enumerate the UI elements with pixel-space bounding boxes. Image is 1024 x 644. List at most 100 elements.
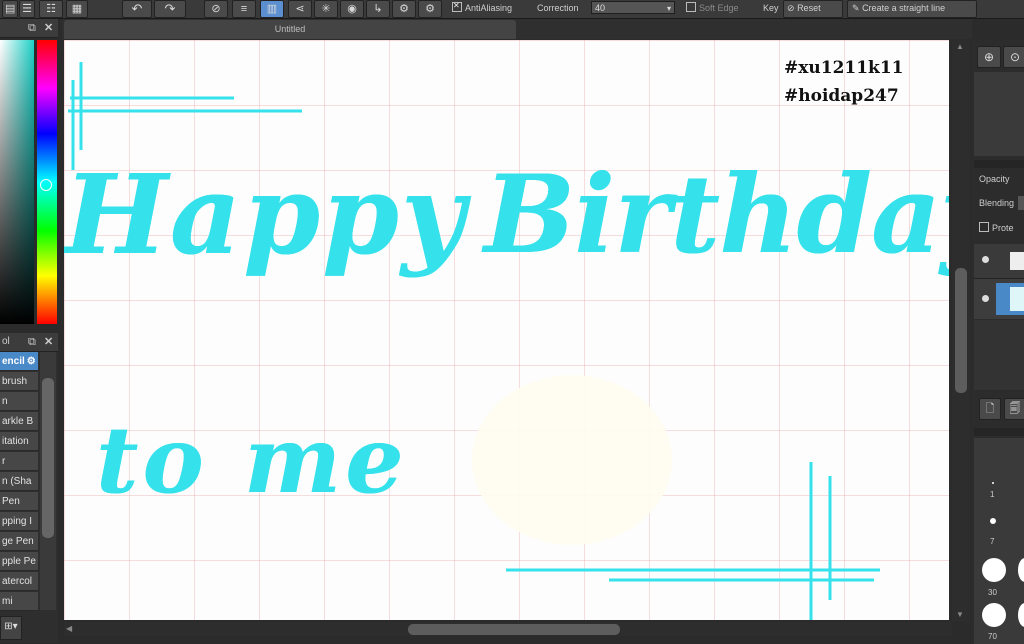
brush-item-pen-2[interactable]: Pen xyxy=(0,492,38,511)
brush-item-imitation[interactable]: itation xyxy=(0,432,38,451)
lettering-birthday: Birthday xyxy=(484,152,949,278)
navigator-icon: ⊙ xyxy=(1009,50,1021,64)
antialiasing-toggle[interactable]: AntiAliasing xyxy=(452,0,513,14)
brush-item-r[interactable]: r xyxy=(0,452,38,471)
grid-snap-icon: ▥ xyxy=(266,3,278,15)
menu-button-3[interactable]: ☷ xyxy=(39,0,63,18)
perspective-icon: ⋖ xyxy=(295,3,305,15)
navigator-button[interactable]: ⊙ xyxy=(1003,46,1024,68)
snap-settings-button-2[interactable]: ⚙ xyxy=(418,0,442,18)
brush-size-label: 7 xyxy=(990,537,995,546)
correction-select[interactable]: 40 ▾ xyxy=(591,1,675,14)
antialiasing-label: AntiAliasing xyxy=(465,3,513,13)
soft-edge-checkbox[interactable] xyxy=(686,2,696,12)
snap-settings-button[interactable]: ⚙ xyxy=(392,0,416,18)
brush-item-pen[interactable]: n xyxy=(0,392,38,411)
brush-size-dot[interactable] xyxy=(992,482,994,484)
layer-row-1[interactable] xyxy=(974,244,1024,279)
canvas-horizontal-scroll-thumb[interactable] xyxy=(408,624,620,635)
popout-icon[interactable]: ⧉ xyxy=(28,335,36,349)
layer-thumbnail xyxy=(1010,287,1024,311)
pen-icon: ✎ xyxy=(852,3,860,13)
zoom-button[interactable]: ⊕ xyxy=(977,46,1001,68)
radial-snap-button[interactable]: ✳ xyxy=(314,0,338,18)
brush-item-sumi[interactable]: mi xyxy=(0,592,38,611)
add-brush-button[interactable]: ⊞▾ xyxy=(0,616,22,640)
brush-list-scroll-thumb[interactable] xyxy=(42,378,54,538)
reset-label: Reset xyxy=(797,3,821,13)
brush-item-pencil[interactable]: encil ⚙ xyxy=(0,352,38,371)
lettering-to-me: to me xyxy=(96,406,408,514)
gear-icon[interactable]: ⚙ xyxy=(27,356,36,367)
protect-toggle[interactable]: Prote xyxy=(979,222,1014,233)
layer-copy-icon: 🗐 xyxy=(1009,403,1021,415)
new-layer-button[interactable]: 🗋 xyxy=(979,398,1001,420)
menu-button-1[interactable]: ▤ xyxy=(2,0,18,18)
hashtag-1: #xu1211k11 xyxy=(784,58,904,78)
hue-slider-handle[interactable] xyxy=(40,179,52,191)
new-layer-icon: 🗋 xyxy=(985,403,995,415)
layer-thumbnail xyxy=(1010,252,1024,270)
protect-label: Prote xyxy=(992,223,1014,233)
reset-button[interactable]: ⊘ Reset xyxy=(783,0,843,18)
brush-item-edge-pen[interactable]: ge Pen xyxy=(0,532,38,551)
scroll-up-icon[interactable]: ▲ xyxy=(956,42,964,52)
color-panel-header: ⧉ ✕ xyxy=(0,19,58,38)
parallel-snap-button[interactable]: ≡ xyxy=(232,0,256,18)
color-saturation-value-picker[interactable] xyxy=(0,40,34,324)
brush-size-label: 30 xyxy=(988,588,997,597)
brush-item-ripple-pen[interactable]: pple Pe xyxy=(0,552,38,571)
correction-value: 40 xyxy=(595,3,606,13)
circle-snap-button[interactable]: ◉ xyxy=(340,0,364,18)
grid-button[interactable]: ▦ xyxy=(66,0,88,18)
scroll-down-icon[interactable]: ▼ xyxy=(956,610,964,620)
popout-icon[interactable]: ⧉ xyxy=(28,21,36,35)
brush-item-airbrush[interactable]: brush xyxy=(0,372,38,391)
reset-icon: ⊘ xyxy=(787,3,795,13)
drawing-canvas[interactable]: #xu1211k11 #hoidap247 Happy Birthday to … xyxy=(64,40,949,620)
brush-size-label: 70 xyxy=(988,632,997,641)
zoom-icon: ⊕ xyxy=(983,50,995,64)
add-brush-icon: ⊞▾ xyxy=(4,621,18,632)
grid-icon: ▦ xyxy=(71,3,83,15)
redo-button[interactable]: ↷ xyxy=(154,0,186,18)
menu-button-2[interactable]: ☰ xyxy=(19,0,35,18)
scroll-left-icon[interactable]: ◀ xyxy=(66,624,72,634)
visibility-icon[interactable] xyxy=(982,295,989,302)
brush-size-dot[interactable] xyxy=(982,603,1006,627)
brush-panel-title: ol xyxy=(2,336,10,347)
layer-row-2[interactable] xyxy=(974,279,1024,319)
blank-blob xyxy=(472,375,672,545)
brush-item-pen-shading[interactable]: n (Sha xyxy=(0,472,38,491)
brush-item-watercolor[interactable]: atercol xyxy=(0,572,38,591)
brush-panel-header: ol ⧉ ✕ xyxy=(0,333,58,352)
close-icon[interactable]: ✕ xyxy=(44,335,53,349)
antialiasing-checkbox[interactable] xyxy=(452,0,462,12)
document-tab-title: Untitled xyxy=(274,24,306,34)
undo-button[interactable]: ↶ xyxy=(122,0,152,18)
canvas-vertical-scroll-thumb[interactable] xyxy=(955,268,967,393)
brush-size-dot[interactable] xyxy=(982,558,1006,582)
straight-line-button[interactable]: ✎ Create a straight line xyxy=(847,0,977,18)
brush-item-dipping[interactable]: pping I xyxy=(0,512,38,531)
document-tab[interactable]: Untitled xyxy=(64,20,516,39)
visibility-icon[interactable] xyxy=(982,256,989,263)
protect-checkbox[interactable] xyxy=(979,222,989,232)
perspective-snap-button[interactable]: ⋖ xyxy=(288,0,312,18)
no-snap-button[interactable]: ⊘ xyxy=(204,0,228,18)
new-folder-button[interactable]: 🗐 xyxy=(1004,398,1024,420)
curve-snap-button[interactable]: ↳ xyxy=(366,0,390,18)
brush-size-dot[interactable] xyxy=(990,518,996,524)
lettering-happy: Happy xyxy=(64,150,467,279)
settings-list-icon: ☷ xyxy=(46,3,56,15)
close-icon[interactable]: ✕ xyxy=(44,21,53,35)
blending-select[interactable] xyxy=(1018,196,1024,210)
curve-icon: ↳ xyxy=(373,3,383,15)
soft-edge-toggle[interactable]: Soft Edge xyxy=(686,2,739,14)
navigator-preview xyxy=(974,72,1024,156)
brush-size-label: 1 xyxy=(990,490,995,499)
gear-icon: ⚙ xyxy=(399,3,409,15)
brush-item-sparkle[interactable]: arkle B xyxy=(0,412,38,431)
hashtag-2: #hoidap247 xyxy=(784,86,899,106)
grid-snap-button[interactable]: ▥ xyxy=(260,0,284,18)
